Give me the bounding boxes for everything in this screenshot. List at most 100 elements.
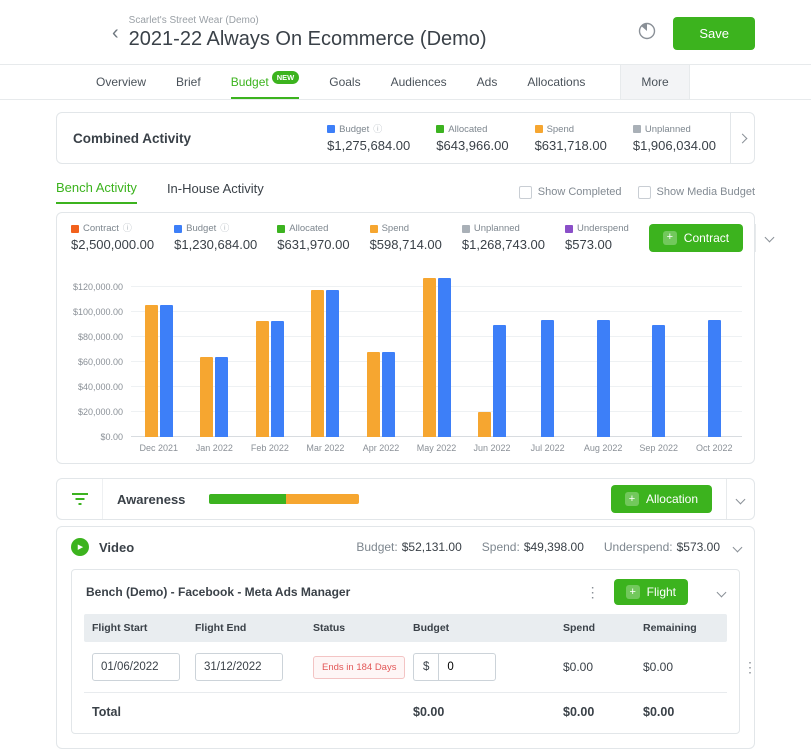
more-button[interactable]: More bbox=[620, 65, 690, 99]
x-axis-label: Jul 2022 bbox=[520, 443, 576, 453]
media-plan-title: Bench (Demo) - Facebook - Meta Ads Manag… bbox=[86, 585, 350, 599]
collapse-chart-chevron[interactable] bbox=[755, 224, 783, 252]
flight-end-input[interactable] bbox=[195, 653, 283, 681]
stat-value: $1,906,034.00 bbox=[633, 138, 716, 153]
bar-budget[interactable] bbox=[160, 305, 173, 438]
bar-budget[interactable] bbox=[271, 321, 284, 437]
info-icon[interactable]: ⓘ bbox=[373, 125, 382, 134]
tab-goals[interactable]: Goals bbox=[329, 65, 360, 99]
tab-audiences[interactable]: Audiences bbox=[391, 65, 447, 99]
y-axis-label: $60,000.00 bbox=[78, 357, 123, 367]
video-title: Video bbox=[99, 540, 134, 555]
tab-budget[interactable]: Budget NEW bbox=[231, 65, 300, 99]
bar-spend[interactable] bbox=[423, 278, 436, 437]
awareness-progress-bar bbox=[209, 494, 359, 504]
tab-ads[interactable]: Ads bbox=[477, 65, 498, 99]
chart-bars bbox=[131, 272, 742, 437]
bar-spend[interactable] bbox=[311, 290, 324, 438]
awareness-actions: + Allocation bbox=[611, 479, 754, 519]
add-contract-button[interactable]: + Contract bbox=[649, 224, 743, 252]
x-axis-label: Jan 2022 bbox=[187, 443, 243, 453]
stat-label: Unplanned bbox=[474, 223, 520, 234]
stat-label: Budget bbox=[186, 223, 216, 234]
chart-legend: Contractⓘ $2,500,000.00 Budgetⓘ $1,230,6… bbox=[57, 213, 754, 260]
plus-icon: + bbox=[625, 492, 639, 506]
add-allocation-button[interactable]: + Allocation bbox=[611, 485, 712, 513]
back-chevron-icon[interactable]: ‹ bbox=[112, 23, 119, 43]
progress-allocated-segment bbox=[209, 494, 286, 504]
bar-budget[interactable] bbox=[382, 352, 395, 437]
tab-in-house-activity[interactable]: In-House Activity bbox=[167, 181, 264, 203]
stat-label: Spend bbox=[382, 223, 409, 234]
chart-bar-group bbox=[298, 290, 354, 438]
chevron-down-icon bbox=[765, 233, 775, 243]
x-axis-label: Mar 2022 bbox=[298, 443, 354, 453]
tab-allocations[interactable]: Allocations bbox=[527, 65, 585, 99]
activity-filters: Show Completed Show Media Budget bbox=[519, 186, 755, 199]
page-title: 2021-22 Always On Ecommerce (Demo) bbox=[129, 28, 487, 51]
kebab-menu-icon[interactable]: ⋮ bbox=[586, 585, 600, 599]
bar-spend[interactable] bbox=[256, 321, 269, 437]
bar-budget[interactable] bbox=[597, 320, 610, 438]
info-icon[interactable]: ⓘ bbox=[123, 224, 132, 233]
bar-budget[interactable] bbox=[652, 325, 665, 438]
bar-spend[interactable] bbox=[145, 305, 158, 438]
video-stats: Budget:$52,131.00 Spend:$49,398.00 Under… bbox=[356, 540, 720, 554]
main-tab-bar: Overview Brief Budget NEW Goals Audience… bbox=[0, 64, 811, 100]
activity-sub-tabs: Bench Activity In-House Activity Show Co… bbox=[56, 180, 755, 204]
legend-swatch bbox=[565, 225, 573, 233]
bar-budget[interactable] bbox=[493, 325, 506, 438]
add-flight-button[interactable]: + Flight bbox=[614, 579, 688, 605]
video-channel-row: ▶ Video Budget:$52,131.00 Spend:$49,398.… bbox=[57, 527, 754, 565]
show-completed-checkbox[interactable]: Show Completed bbox=[519, 186, 622, 199]
bar-spend[interactable] bbox=[478, 412, 491, 437]
bar-budget[interactable] bbox=[541, 320, 554, 438]
page-header: ‹ Scarlet's Street Wear (Demo) 2021-22 A… bbox=[0, 0, 811, 64]
awareness-content-card: ▶ Video Budget:$52,131.00 Spend:$49,398.… bbox=[56, 526, 755, 749]
chart-plot: $0.00$20,000.00$40,000.00$60,000.00$80,0… bbox=[131, 272, 742, 437]
legend-swatch bbox=[174, 225, 182, 233]
pie-chart-icon[interactable] bbox=[637, 21, 657, 46]
collapse-flights-chevron[interactable] bbox=[714, 579, 729, 605]
bar-spend[interactable] bbox=[200, 357, 213, 437]
stat-label: Budget bbox=[339, 124, 369, 135]
legend-swatch bbox=[535, 125, 543, 133]
col-remaining: Remaining bbox=[635, 614, 735, 642]
y-axis-label: $100,000.00 bbox=[73, 307, 123, 317]
collapse-awareness-chevron[interactable] bbox=[726, 479, 754, 519]
x-axis-label: Dec 2021 bbox=[131, 443, 187, 453]
show-media-budget-checkbox[interactable]: Show Media Budget bbox=[638, 186, 755, 199]
tab-overview[interactable]: Overview bbox=[96, 65, 146, 99]
x-axis-label: Oct 2022 bbox=[686, 443, 742, 453]
stat-value: $2,500,000.00 bbox=[71, 237, 154, 252]
bar-budget[interactable] bbox=[438, 278, 451, 437]
row-kebab-menu-icon[interactable]: ⋮ bbox=[743, 659, 757, 675]
bar-spend[interactable] bbox=[367, 352, 380, 437]
bar-budget[interactable] bbox=[708, 320, 721, 438]
tab-brief[interactable]: Brief bbox=[176, 65, 201, 99]
flight-start-input[interactable] bbox=[92, 653, 180, 681]
video-budget: Budget:$52,131.00 bbox=[356, 540, 461, 554]
combined-stats: Budgetⓘ $1,275,684.00 Allocated $643,966… bbox=[313, 113, 730, 163]
bar-budget[interactable] bbox=[215, 357, 228, 437]
checkbox-icon[interactable] bbox=[519, 186, 532, 199]
checkbox-icon[interactable] bbox=[638, 186, 651, 199]
tab-bench-activity[interactable]: Bench Activity bbox=[56, 180, 137, 204]
totals-row: Total $0.00 $0.00 $0.00 bbox=[84, 693, 727, 731]
budget-input[interactable] bbox=[438, 653, 496, 681]
combined-activity-title: Combined Activity bbox=[57, 131, 191, 146]
stat-underspend: Underspend $573.00 bbox=[565, 223, 629, 252]
stat-label: Underspend bbox=[577, 223, 629, 234]
legend-swatch bbox=[71, 225, 79, 233]
expand-right-chevron[interactable] bbox=[730, 113, 754, 163]
stat-allocated: Allocated $631,970.00 bbox=[277, 223, 349, 252]
collapse-video-chevron[interactable] bbox=[720, 544, 754, 551]
bar-budget[interactable] bbox=[326, 290, 339, 438]
stat-unplanned: Unplanned $1,268,743.00 bbox=[462, 223, 545, 252]
save-button[interactable]: Save bbox=[673, 17, 755, 50]
chart-bar-group bbox=[686, 320, 742, 438]
awareness-section-header: Awareness + Allocation bbox=[56, 478, 755, 520]
total-spend: $0.00 bbox=[555, 693, 635, 731]
funnel-icon bbox=[57, 479, 103, 519]
info-icon[interactable]: ⓘ bbox=[220, 224, 229, 233]
